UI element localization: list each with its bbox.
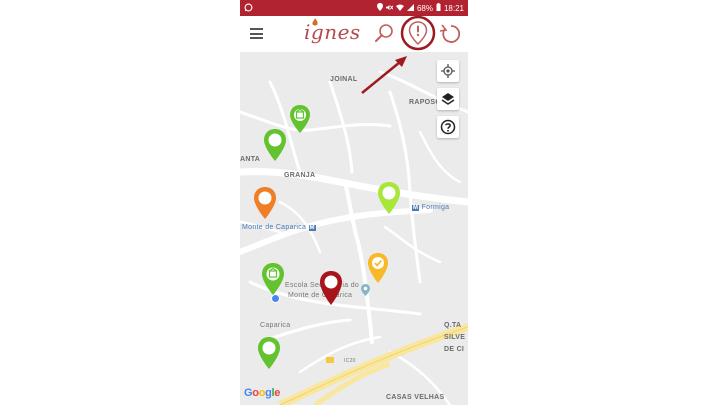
wifi-icon	[395, 4, 404, 13]
menu-icon[interactable]	[250, 28, 263, 39]
current-location-dot	[271, 294, 280, 303]
my-location-button[interactable]	[437, 60, 459, 82]
map-label-monte-caparica: Monte de Caparica M	[242, 224, 316, 231]
map-label-caparica: Caparica	[260, 322, 291, 329]
map-label-ic20: IC20	[344, 358, 356, 364]
app-logo: ignes	[304, 20, 361, 44]
report-alert-icon[interactable]	[407, 20, 429, 46]
map-label-granja: GRANJA	[284, 172, 316, 179]
location-icon	[376, 3, 383, 13]
map-label-q-ta: Q.TA	[444, 322, 462, 329]
map-pin-green-house-2[interactable]	[261, 262, 285, 296]
clock: 18:21	[443, 3, 464, 13]
map-pin-orange[interactable]	[253, 186, 277, 220]
signal-icon	[406, 3, 414, 13]
map-label-formiga: M Formiga	[412, 204, 450, 211]
map-pin-green-3[interactable]	[257, 336, 281, 370]
metro-icon: M	[412, 205, 420, 211]
status-bar: 68% 18:21	[240, 0, 468, 16]
battery-icon	[436, 3, 441, 13]
map-pin-yellow-check[interactable]	[367, 252, 389, 284]
map-label-casas-velhas: CASAS VELHAS	[386, 394, 445, 401]
metro-icon: M	[308, 225, 316, 231]
map-pin-red[interactable]	[319, 270, 343, 306]
map-label-silve: SILVE	[444, 334, 466, 341]
phone-screen: 68% 18:21 ignes JOINAL RAPOSO ANTA GRANJ…	[240, 0, 468, 405]
map-pin-green[interactable]	[263, 128, 287, 162]
map-label-de-ci: DE CI	[444, 346, 465, 353]
crosshair-icon	[441, 64, 455, 78]
google-attribution: Google	[244, 387, 281, 399]
map-pin-lime[interactable]	[377, 181, 401, 215]
battery-percent: 68%	[416, 3, 433, 13]
school-place-icon	[361, 284, 370, 296]
layers-button[interactable]	[437, 88, 459, 110]
map-pin-green-house[interactable]	[289, 104, 311, 134]
refresh-icon[interactable]	[438, 22, 462, 46]
app-bar: ignes	[240, 16, 468, 52]
map-label-anta: ANTA	[240, 156, 261, 163]
help-icon	[440, 119, 456, 135]
map-label-joinal: JOINAL	[330, 76, 358, 83]
search-icon[interactable]	[373, 22, 395, 44]
whatsapp-icon	[244, 3, 253, 14]
help-button[interactable]	[437, 116, 459, 138]
layers-icon	[441, 93, 455, 105]
mute-icon	[385, 4, 394, 13]
map-view[interactable]: JOINAL RAPOSO ANTA GRANJA M Formiga Mont…	[240, 52, 468, 405]
